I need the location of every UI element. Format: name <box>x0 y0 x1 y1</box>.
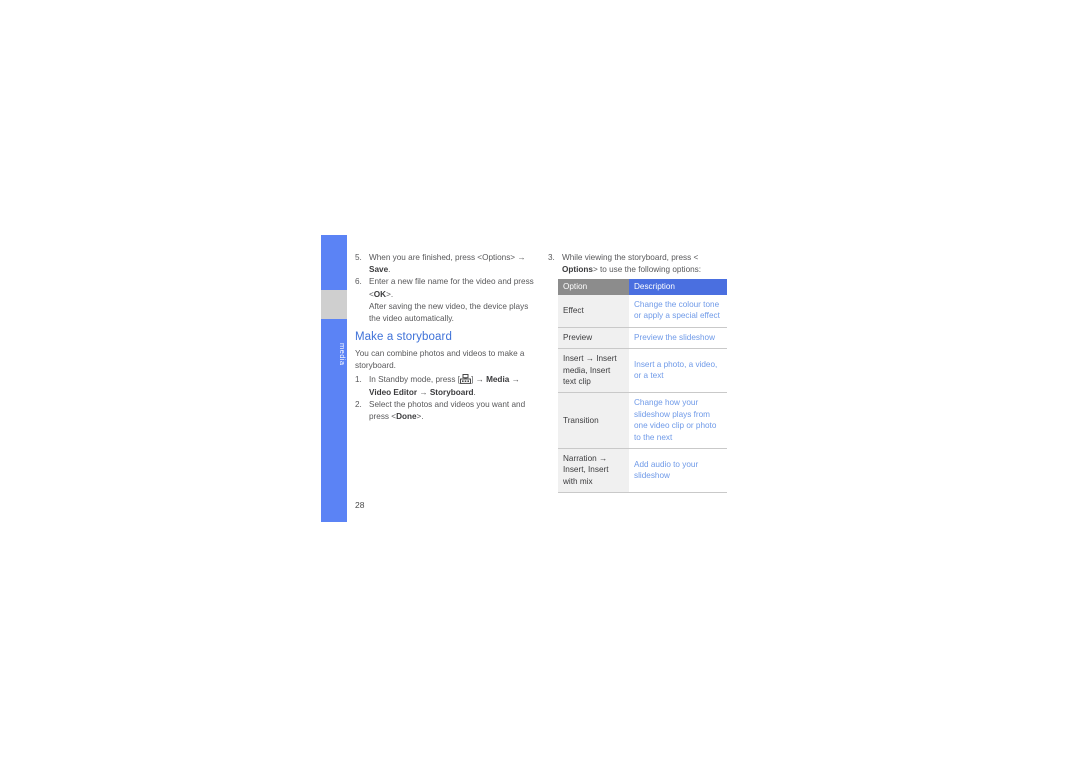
step6-note: After saving the new video, the device p… <box>369 301 529 324</box>
step5-bold: Save <box>369 265 389 275</box>
step2-tail: >. <box>416 412 424 422</box>
chapter-tab-label: media <box>338 342 347 366</box>
step5-text: When you are finished, press <Options> <box>369 253 518 262</box>
step-text: When you are finished, press <Options> →… <box>369 252 535 276</box>
table-cell-option: Narration → Insert, Insert with mix <box>558 448 629 494</box>
table-row: Insert → Insert media, Insert text clip … <box>558 348 727 394</box>
list-item: 5. When you are finished, press <Options… <box>355 252 535 276</box>
step1-bold-storyboard: Storyboard <box>429 387 474 397</box>
arrow-glyph: → <box>419 387 428 397</box>
step1-bold-video-editor: Video Editor <box>369 387 418 397</box>
table-header-description: Description <box>629 279 727 295</box>
step-text: Select the photos and videos you want an… <box>369 399 535 423</box>
section-intro: You can combine photos and videos to mak… <box>355 349 525 371</box>
menu-key-icon <box>460 374 472 385</box>
step1-tail: . <box>473 387 476 397</box>
step-text: In Standby mode, press [] → Media → Video… <box>369 374 535 398</box>
step-number: 2. <box>355 399 362 409</box>
table-cell-description: Add audio to your slideshow <box>629 448 727 494</box>
list-item: 6. Enter a new file name for the video a… <box>355 276 535 325</box>
step3-bold: Options <box>562 265 593 275</box>
table-cell-option: Insert → Insert media, Insert text clip <box>558 348 629 394</box>
list-item: 1. In Standby mode, press [] → Media → Vi… <box>355 374 535 398</box>
step6-text: Enter a new file name for the video and … <box>369 277 534 299</box>
table-cell-option: Effect <box>558 295 629 328</box>
table-row: Preview Preview the slideshow <box>558 327 727 350</box>
step3-line2: > to use the following options: <box>592 265 702 275</box>
table-cell-description: Change the colour tone or apply a specia… <box>629 295 727 328</box>
list-item: 2. Select the photos and videos you want… <box>355 399 535 423</box>
step5-tail: . <box>388 265 391 275</box>
arrow-glyph: → <box>517 253 526 262</box>
list-item: 3. While viewing the storyboard, press <… <box>548 252 743 276</box>
table-row: Effect Change the colour tone or apply a… <box>558 295 727 328</box>
table-cell-description: Insert a photo, a video, or a text <box>629 348 727 394</box>
step1-pre: In Standby mode, press [ <box>369 375 461 385</box>
step-number: 6. <box>355 277 362 287</box>
chapter-tab-gap <box>321 290 347 319</box>
step2-pre: Select the photos and videos you want an… <box>369 399 526 422</box>
step-number: 5. <box>355 253 362 262</box>
step-text: While viewing the storyboard, press < Opt… <box>562 252 743 276</box>
options-table: Option Description Effect Change the col… <box>558 279 727 494</box>
table-cell-option: Preview <box>558 327 629 350</box>
step3-line1: While viewing the storyboard, press < <box>562 253 699 262</box>
step-number: 1. <box>355 375 362 385</box>
manual-page: media 28 5. When you are finished, press… <box>0 0 1080 763</box>
table-header-row: Option Description <box>558 279 727 295</box>
step-text: Enter a new file name for the video and … <box>369 276 535 325</box>
page-number: 28 <box>355 500 365 510</box>
left-text-column: 5. When you are finished, press <Options… <box>355 252 535 325</box>
arrow-glyph: → <box>511 375 520 385</box>
table-cell-option: Transition <box>558 392 629 450</box>
step2-bold: Done <box>396 412 417 422</box>
table-row: Transition Change how your slideshow pla… <box>558 392 727 450</box>
table-row: Narration → Insert, Insert with mix Add … <box>558 448 727 494</box>
step1-bold-media: Media <box>486 375 510 385</box>
arrow-glyph: → <box>475 375 484 385</box>
right-text-column: 3. While viewing the storyboard, press <… <box>548 252 743 276</box>
step-number: 3. <box>548 253 555 262</box>
table-cell-description: Change how your slideshow plays from one… <box>629 392 727 450</box>
table-cell-description: Preview the slideshow <box>629 327 727 350</box>
step6-tail: >. <box>386 289 394 299</box>
table-header-option: Option <box>558 279 629 295</box>
section-heading: Make a storyboard <box>355 331 452 343</box>
step6-bold: OK <box>373 289 387 299</box>
section-body: You can combine photos and videos to mak… <box>355 348 535 423</box>
